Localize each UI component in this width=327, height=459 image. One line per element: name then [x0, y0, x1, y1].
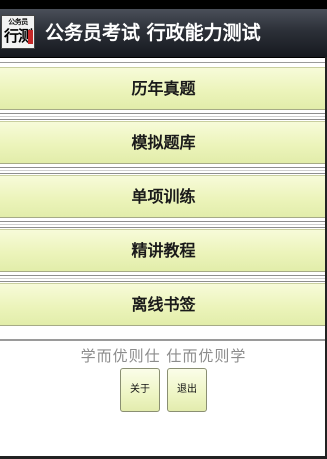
menu-item-mock-question-bank[interactable]: 模拟题库 — [0, 121, 327, 164]
logo-accent — [28, 30, 33, 44]
logo-top-text: 公务员 — [8, 18, 28, 26]
exit-button[interactable]: 退出 — [167, 368, 207, 412]
title-bar: 公务员 行测 公务员考试 行政能力测试 — [0, 9, 327, 58]
about-button[interactable]: 关于 — [120, 368, 160, 412]
menu-divider — [0, 58, 327, 67]
main-menu: 历年真题 模拟题库 单项训练 精讲教程 离线书签 — [0, 58, 327, 328]
slogan-text: 学而优则仕 仕而优则学 — [80, 347, 247, 365]
menu-item-tutorials[interactable]: 精讲教程 — [0, 229, 327, 272]
status-bar — [0, 0, 327, 9]
footer-divider — [0, 339, 327, 341]
app-title: 公务员考试 行政能力测试 — [45, 22, 261, 44]
menu-divider — [0, 220, 327, 229]
menu-item-single-topic-training[interactable]: 单项训练 — [0, 175, 327, 218]
menu-divider — [0, 112, 327, 121]
menu-divider — [0, 166, 327, 175]
menu-divider — [0, 274, 327, 283]
app-screen: 公务员 行测 公务员考试 行政能力测试 历年真题 模拟题库 单项训练 精讲教程 … — [0, 0, 327, 459]
menu-item-past-exams[interactable]: 历年真题 — [0, 67, 327, 110]
app-logo: 公务员 行测 — [1, 15, 35, 49]
menu-item-offline-bookmarks[interactable]: 离线书签 — [0, 283, 327, 326]
